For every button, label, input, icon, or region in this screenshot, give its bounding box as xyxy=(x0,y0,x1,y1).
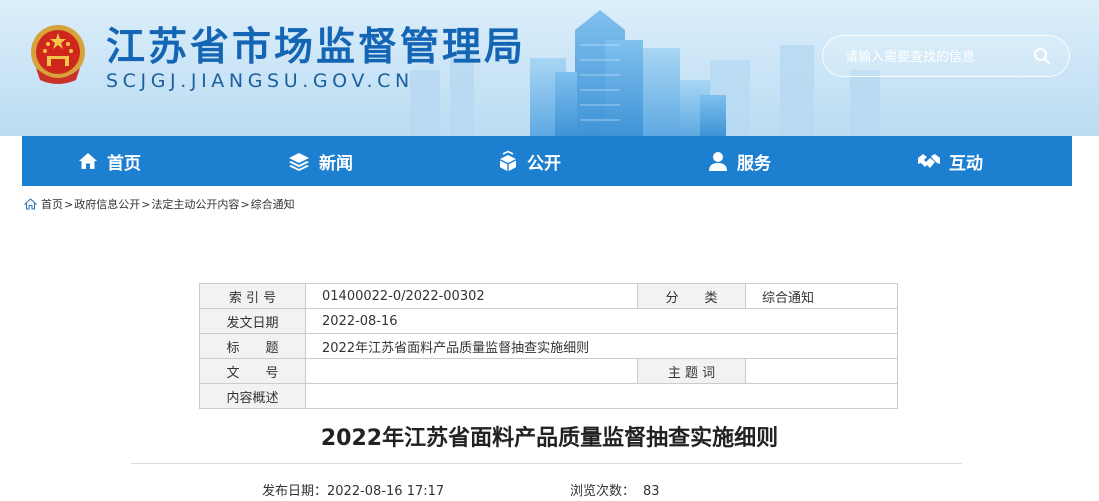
title-value: 2022年江苏省面料产品质量监督抽查实施细则 xyxy=(305,333,898,359)
breadcrumb: 首页 > 政府信息公开 > 法定主动公开内容 > 综合通知 xyxy=(24,196,295,212)
category-value: 综合通知 xyxy=(745,283,898,309)
open-box-icon xyxy=(500,150,516,171)
breadcrumb-separator: > xyxy=(64,197,74,211)
keywords-value xyxy=(745,358,898,384)
article-title: 2022年江苏省面料产品质量监督抽查实施细则 xyxy=(320,426,779,451)
category-label: 分 类 xyxy=(637,283,746,309)
table-row: 内容概述 xyxy=(199,383,898,409)
home-icon xyxy=(24,198,37,210)
person-icon xyxy=(709,152,727,171)
publish-label: 发布日期： xyxy=(262,484,328,499)
summary-label: 内容概述 xyxy=(199,383,306,409)
handshake-icon xyxy=(918,154,940,168)
search-box xyxy=(822,35,1070,77)
nav-label-home: 首页 xyxy=(107,153,141,174)
table-row: 索 引 号 01400022-0/2022-00302 分 类 综合通知 xyxy=(199,283,898,309)
site-header: 江苏省市场监督管理局 SCJGJ.JIANGSU.GOV.CN xyxy=(0,0,1099,136)
publish-info: 发布日期：2022-08-16 17:17 xyxy=(262,480,444,499)
index-label: 索 引 号 xyxy=(199,283,306,309)
publish-date: 2022-08-16 17:17 xyxy=(327,484,445,499)
home-icon xyxy=(79,153,97,169)
views-count: 83 xyxy=(643,484,660,499)
nav-item-news[interactable]: 新闻 xyxy=(287,136,353,186)
search-input[interactable] xyxy=(843,45,1027,69)
divider xyxy=(131,463,962,464)
docno-value xyxy=(305,358,638,384)
date-value: 2022-08-16 xyxy=(305,308,898,334)
summary-value xyxy=(305,383,898,409)
breadcrumb-link-notice[interactable]: 综合通知 xyxy=(251,196,295,212)
breadcrumb-link-gov-info[interactable]: 政府信息公开 xyxy=(74,196,140,212)
date-label: 发文日期 xyxy=(199,308,306,334)
nav-item-service[interactable]: 服务 xyxy=(707,136,771,186)
breadcrumb-link-home[interactable]: 首页 xyxy=(41,196,63,212)
nav-item-home[interactable]: 首页 xyxy=(77,136,141,186)
national-emblem-icon xyxy=(31,25,85,84)
nav-label-service: 服务 xyxy=(737,153,771,174)
document-meta-table: 索 引 号 01400022-0/2022-00302 分 类 综合通知 发文日… xyxy=(199,283,898,409)
index-value: 01400022-0/2022-00302 xyxy=(305,283,638,309)
layers-icon xyxy=(289,153,309,171)
view-count-info: 浏览次数： 83 xyxy=(570,480,660,499)
nav-item-interact[interactable]: 互动 xyxy=(917,136,983,186)
breadcrumb-separator: > xyxy=(240,197,250,211)
site-domain: SCJGJ.JIANGSU.GOV.CN xyxy=(106,70,414,92)
title-label: 标 题 xyxy=(199,333,306,359)
nav-label-news: 新闻 xyxy=(319,153,353,174)
main-nav: 首页 新闻 公开 服务 互动 xyxy=(22,136,1072,186)
breadcrumb-link-statutory[interactable]: 法定主动公开内容 xyxy=(151,196,239,212)
nav-label-open: 公开 xyxy=(527,153,561,174)
breadcrumb-separator: > xyxy=(141,197,151,211)
views-label: 浏览次数： xyxy=(570,484,636,499)
table-row: 文 号 主 题 词 xyxy=(199,358,898,384)
site-title: 江苏省市场监督管理局 xyxy=(106,25,527,70)
table-row: 发文日期 2022-08-16 xyxy=(199,308,898,334)
nav-item-open[interactable]: 公开 xyxy=(497,136,561,186)
docno-label: 文 号 xyxy=(199,358,306,384)
keywords-label: 主 题 词 xyxy=(637,358,746,384)
search-icon[interactable] xyxy=(1033,47,1051,65)
nav-label-interact: 互动 xyxy=(949,153,983,174)
table-row: 标 题 2022年江苏省面料产品质量监督抽查实施细则 xyxy=(199,333,898,359)
